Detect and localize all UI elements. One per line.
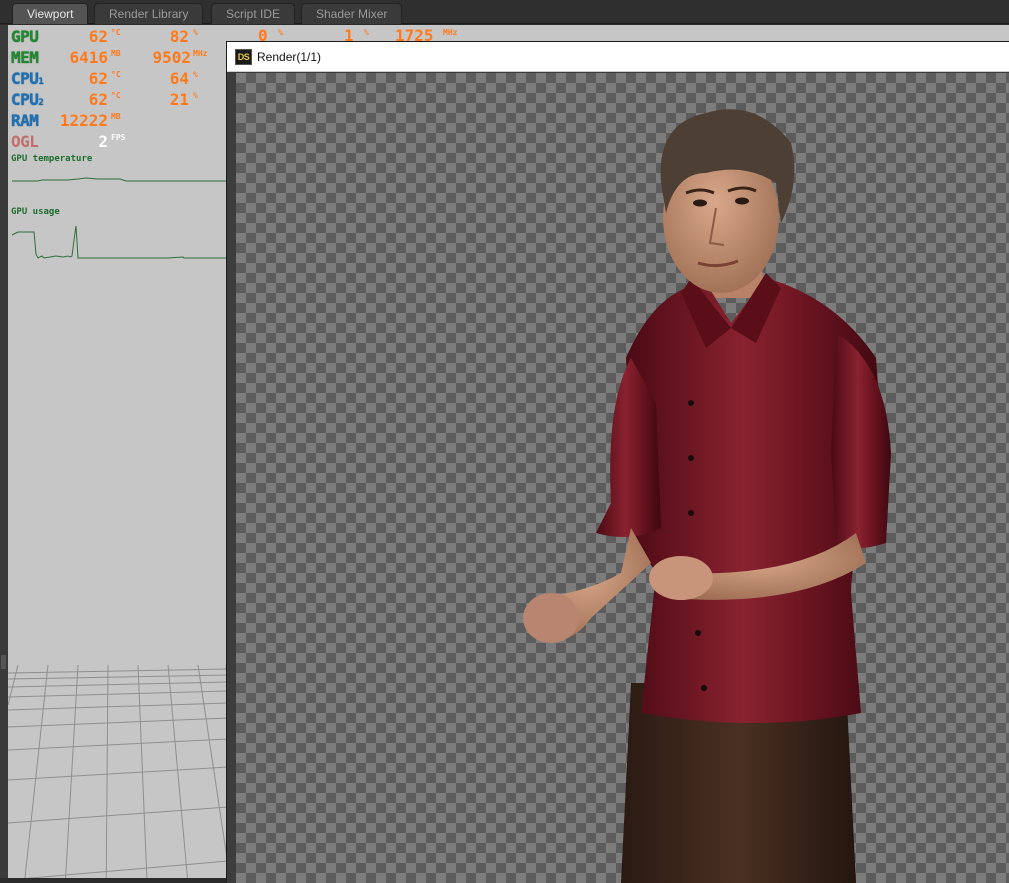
hud-overflow-unit-1: % (278, 28, 283, 37)
hud-overflow-unit-2: % (364, 28, 369, 37)
hud-cpu1-temp-unit: °C (111, 70, 121, 79)
graph-title-gpu-temperature: GPU temperature (11, 154, 93, 164)
hud-gpu-temp: 62 (88, 27, 108, 46)
tab-bar: Viewport Render Library Script IDE Shade… (0, 0, 1009, 24)
rendered-figure (523, 109, 891, 883)
hud-cpu2-sub: 2 (38, 98, 44, 108)
viewport-3d[interactable]: GPU 62 °C 82 % MEM 6416 MB 9502 MHz CPU1… (8, 25, 228, 878)
hud-cpu2-temp-unit: °C (111, 91, 121, 100)
render-window-left-edge (227, 73, 236, 883)
hud-label-gpu: GPU (11, 27, 39, 46)
hud-cpu2-temp: 62 (88, 90, 108, 109)
hud-overflow-unit-3: MHz (443, 28, 458, 37)
hud-mem-used-unit: MB (111, 49, 121, 58)
hud-label-ram: RAM (11, 111, 39, 130)
hud-cpu1-load-unit: % (193, 70, 198, 79)
panel-collapse-handle[interactable] (1, 655, 6, 669)
tab-script-ide[interactable]: Script IDE (211, 3, 296, 24)
tab-render-library[interactable]: Render Library (94, 3, 204, 24)
daz-studio-logo-icon: DS (235, 49, 252, 65)
graph-gpu-temperature (12, 177, 228, 182)
hud-cpu2-name: CPU (11, 90, 39, 109)
graph-title-gpu-usage: GPU usage (11, 207, 60, 217)
hud-gpu-load: 82 (169, 27, 189, 46)
hud-cpu2-load-unit: % (193, 91, 198, 100)
hud-label-ogl: OGL (11, 132, 39, 151)
hud-mem-clock: 9502 (152, 48, 191, 67)
hud-label-cpu1: CPU1 (11, 69, 44, 92)
hud-ram-used: 12222 (59, 111, 108, 130)
hud-cpu1-name: CPU (11, 69, 39, 88)
render-window[interactable]: DS Render(1/1) (226, 41, 1009, 883)
graph-gpu-usage (11, 225, 228, 259)
hud-label-mem: MEM (11, 48, 39, 67)
hud-cpu1-temp: 62 (88, 69, 108, 88)
hud-mem-clock-unit: MHz (193, 49, 208, 58)
hud-ogl-fps-unit: FPS (111, 133, 126, 142)
hud-cpu1-sub: 1 (38, 77, 44, 87)
render-window-title: Render(1/1) (257, 50, 322, 64)
hud-ram-used-unit: MB (111, 112, 121, 121)
hud-gpu-load-unit: % (193, 28, 198, 37)
render-window-titlebar[interactable]: DS Render(1/1) (227, 42, 1009, 72)
hud-gpu-temp-unit: °C (111, 28, 121, 37)
hud-cpu1-load: 64 (169, 69, 189, 88)
left-panel-edge (0, 25, 8, 878)
tab-viewport[interactable]: Viewport (12, 3, 89, 24)
hud-cpu2-load: 21 (169, 90, 189, 109)
render-canvas[interactable] (236, 73, 1009, 883)
tab-shader-mixer[interactable]: Shader Mixer (301, 3, 403, 24)
viewport-floor-grid (8, 665, 228, 878)
hud-mem-used: 6416 (69, 48, 108, 67)
hud-label-cpu2: CPU2 (11, 90, 44, 113)
hud-ogl-fps: 2 (98, 132, 108, 151)
